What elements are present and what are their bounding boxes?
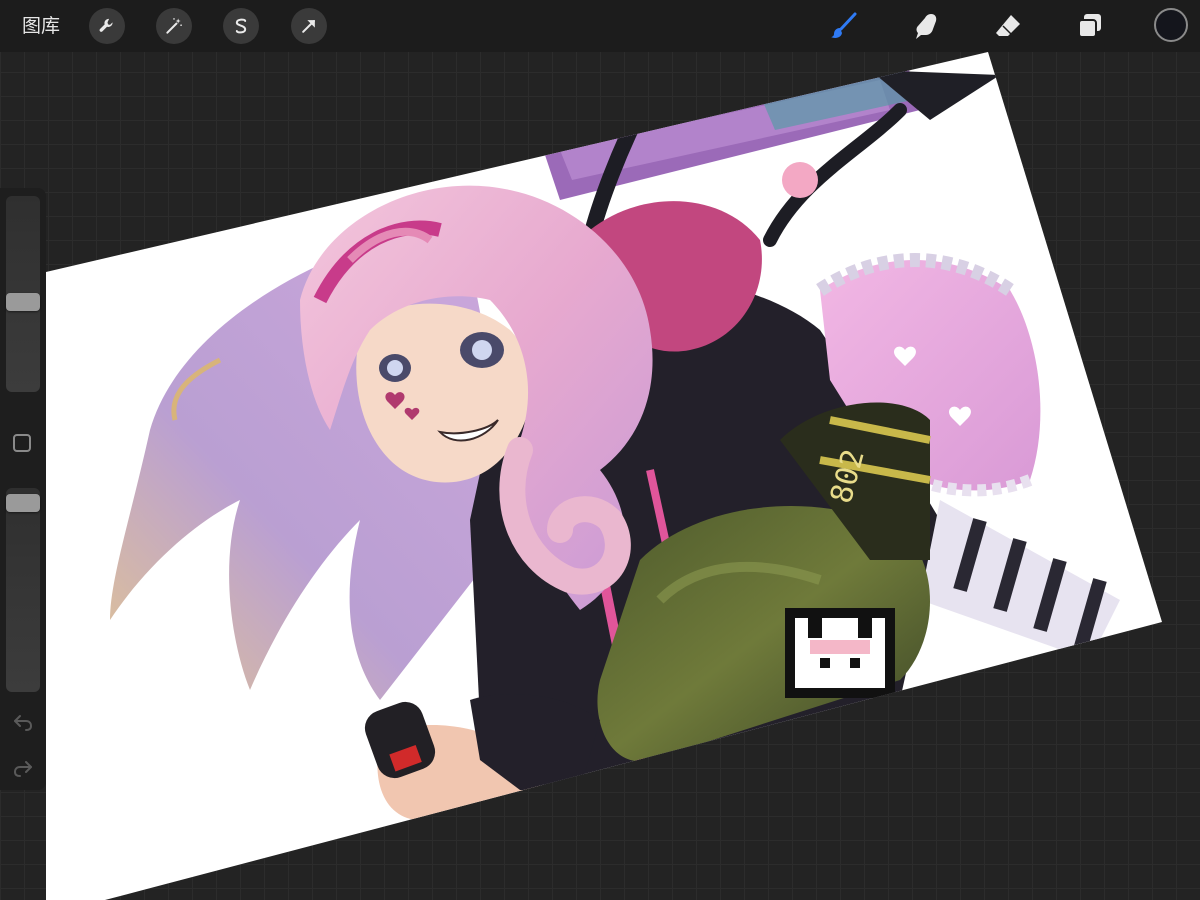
eraser-icon <box>996 15 1020 36</box>
brush-size-thumb[interactable] <box>6 293 40 311</box>
artwork-canvas[interactable]: 802 <box>0 0 1200 900</box>
pixel-bunny-sticker <box>785 608 895 698</box>
wrench-icon <box>99 18 113 32</box>
adjustments-button[interactable] <box>156 8 192 44</box>
gallery-button[interactable]: 图库 <box>14 12 68 40</box>
layers-icon <box>1078 14 1101 38</box>
opacity-slider[interactable] <box>6 488 40 692</box>
undo-arrow-icon[interactable] <box>11 710 35 734</box>
modify-button[interactable] <box>13 434 31 452</box>
transform-button[interactable] <box>291 8 327 44</box>
magic-wand-icon <box>166 18 182 34</box>
selection-s-icon <box>235 18 247 34</box>
color-picker-button[interactable] <box>1154 8 1188 42</box>
eraser-tool-button[interactable] <box>990 8 1026 44</box>
brush-size-slider[interactable] <box>6 196 40 392</box>
smudge-tool-button[interactable] <box>908 8 944 44</box>
opacity-thumb[interactable] <box>6 494 40 512</box>
actions-button[interactable] <box>89 8 125 44</box>
brush-tool-button[interactable] <box>826 8 862 44</box>
left-sidebar <box>0 188 46 790</box>
smudge-finger-icon <box>916 14 937 39</box>
brush-icon <box>831 12 857 38</box>
redo-arrow-icon[interactable] <box>11 756 35 780</box>
top-toolbar: 图库 <box>0 0 1200 52</box>
arrow-cursor-icon <box>302 20 315 33</box>
layers-button[interactable] <box>1072 8 1108 44</box>
selection-button[interactable] <box>223 8 259 44</box>
